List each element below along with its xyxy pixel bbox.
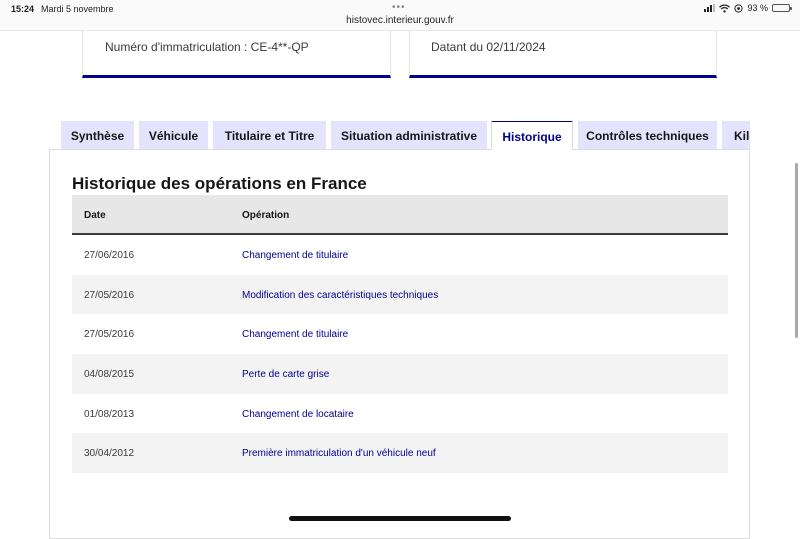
tab-label: Situation administrative	[340, 128, 478, 143]
home-indicator[interactable]	[289, 516, 511, 521]
location-icon	[734, 3, 744, 13]
section-title: Historique des opérations en France	[72, 174, 367, 193]
row-date: 27/05/2016	[84, 329, 135, 341]
column-header-operation: Opération	[242, 210, 290, 221]
row-date: 04/08/2015	[84, 369, 135, 381]
tab-label: Véhicule	[148, 128, 199, 143]
table-row: 01/08/2013 Changement de locataire	[72, 393, 728, 434]
tab-label: Titulaire et Titre	[224, 128, 315, 143]
row-operation-link[interactable]: Première immatriculation d'un véhicule n…	[242, 448, 436, 459]
status-indicators: 93 %	[704, 3, 792, 13]
status-date: Mardi 5 novembre	[41, 4, 114, 14]
row-operation-link[interactable]: Changement de locataire	[242, 409, 354, 420]
scrollbar[interactable]	[795, 163, 798, 338]
table-row: 04/08/2015 Perte de carte grise	[72, 354, 728, 394]
row-date: 01/08/2013	[84, 408, 135, 420]
row-date: 30/04/2012	[84, 448, 135, 460]
tab-controles-techniques[interactable]: Contrôles techniques	[578, 121, 717, 150]
row-operation-link[interactable]: Perte de carte grise	[242, 369, 329, 380]
tab-titulaire[interactable]: Titulaire et Titre	[213, 121, 326, 150]
more-dots-icon[interactable]: •••	[392, 2, 406, 13]
registration-number: Numéro d'immatriculation : CE-4**-QP	[105, 40, 309, 54]
table-row: 27/06/2016 Changement de titulaire	[72, 235, 728, 275]
battery-percent: 93 %	[747, 3, 768, 13]
row-operation-link[interactable]: Modification des caractéristiques techni…	[242, 290, 438, 301]
tab-label: Historique	[502, 129, 562, 144]
battery-icon	[772, 4, 792, 12]
row-operation-link[interactable]: Changement de titulaire	[242, 329, 348, 340]
row-date: 27/05/2016	[84, 289, 135, 301]
tab-label: Synthèse	[70, 128, 125, 143]
table-row: 30/04/2012 Première immatriculation d'un…	[72, 433, 728, 474]
tab-label: Contrôles techniques	[586, 128, 709, 143]
signal-icon	[704, 4, 716, 12]
table-row: 27/05/2016 Modification des caractéristi…	[72, 274, 728, 315]
tab-label: Kilométrage	[734, 128, 750, 143]
tab-situation-administrative[interactable]: Situation administrative	[331, 121, 487, 150]
report-date-card: Datant du 02/11/2024	[409, 31, 717, 78]
status-time: 15:24	[11, 4, 35, 14]
tab-bar: Synthèse Véhicule Titulaire et Titre Sit…	[61, 121, 750, 150]
column-header-date: Date	[84, 210, 106, 221]
table-header: Date Opération	[72, 195, 728, 235]
tab-kilometrage[interactable]: Kilométrage	[722, 121, 750, 150]
address-bar[interactable]: histovec.interieur.gouv.fr	[0, 15, 800, 26]
row-date: 27/06/2016	[84, 250, 135, 261]
table-row: 27/05/2016 Changement de titulaire	[72, 314, 728, 355]
registration-card: Numéro d'immatriculation : CE-4**-QP	[82, 31, 391, 78]
history-table: Date Opération 27/06/2016 Changement de …	[72, 195, 728, 474]
report-date: Datant du 02/11/2024	[431, 40, 546, 54]
tab-synthese[interactable]: Synthèse	[61, 121, 134, 150]
wifi-icon	[719, 3, 731, 13]
status-bar: 15:24 Mardi 5 novembre ••• histovec.inte…	[0, 0, 800, 31]
tab-historique[interactable]: Historique	[491, 121, 573, 150]
row-operation-link[interactable]: Changement de titulaire	[242, 250, 348, 261]
tab-vehicule[interactable]: Véhicule	[139, 121, 208, 150]
